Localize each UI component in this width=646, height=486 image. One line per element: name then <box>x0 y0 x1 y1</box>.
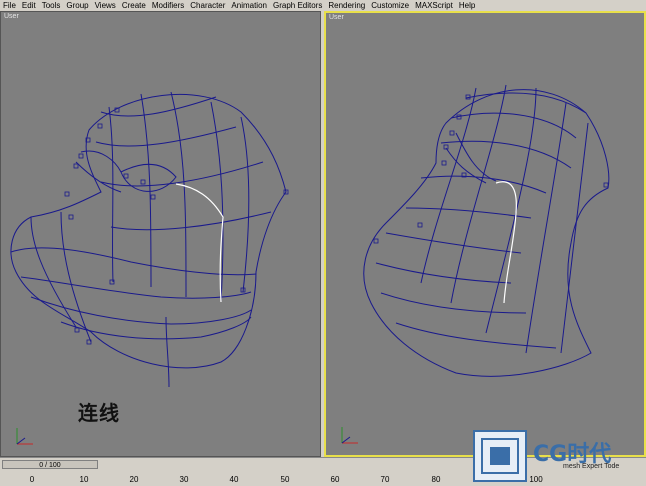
menu-maxscript[interactable]: MAXScript <box>412 0 456 11</box>
tick-label: 0 <box>29 475 35 484</box>
menu-views[interactable]: Views <box>92 0 119 11</box>
tick-label: 70 <box>380 475 390 484</box>
menu-group[interactable]: Group <box>63 0 91 11</box>
caption-text: 连线 <box>78 401 120 425</box>
menu-animation[interactable]: Animation <box>228 0 270 11</box>
menu-character[interactable]: Character <box>187 0 228 11</box>
menu-modifiers[interactable]: Modifiers <box>149 0 187 11</box>
tick-label: 80 <box>431 475 441 484</box>
menu-file[interactable]: File <box>0 0 19 11</box>
tick-label: 60 <box>330 475 340 484</box>
menu-rendering[interactable]: Rendering <box>325 0 368 11</box>
menu-help[interactable]: Help <box>456 0 478 11</box>
wireframe-mesh <box>10 91 289 388</box>
tick-label: 20 <box>129 475 139 484</box>
tick-label: 10 <box>79 475 89 484</box>
menu-edit[interactable]: Edit <box>19 0 39 11</box>
wireframe-mesh <box>363 84 610 377</box>
viewport-left[interactable]: User <box>0 11 321 457</box>
menu-create[interactable]: Create <box>119 0 149 11</box>
tick-label: 50 <box>280 475 290 484</box>
axis-tripod-icon <box>341 427 358 444</box>
menu-graph-editors[interactable]: Graph Editors <box>270 0 325 11</box>
menu-customize[interactable]: Customize <box>368 0 412 11</box>
viewport-right[interactable]: User <box>324 11 646 457</box>
tick-label: 30 <box>179 475 189 484</box>
menu-bar: File Edit Tools Group Views Create Modifiers Ch… <box>0 0 646 11</box>
watermark-subtext: mesh Expert Tode <box>563 463 620 470</box>
tick-label: 40 <box>229 475 239 484</box>
menu-tools[interactable]: Tools <box>39 0 64 11</box>
time-slider[interactable]: 0 / 100 <box>2 460 98 469</box>
axis-tripod-icon <box>16 428 33 445</box>
